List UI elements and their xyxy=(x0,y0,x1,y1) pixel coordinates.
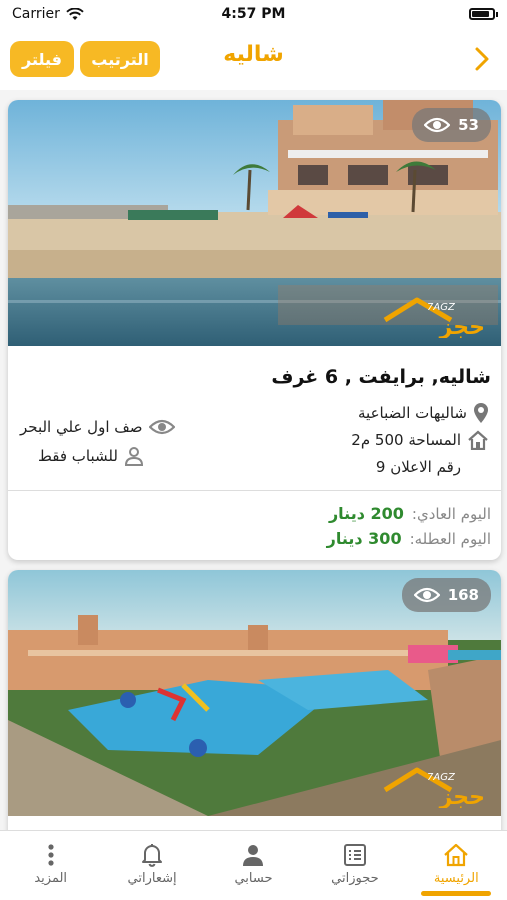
svg-text:حجز: حجز xyxy=(439,785,485,808)
active-tab-indicator xyxy=(421,891,492,896)
ad-number-text: رقم الاعلان 9 xyxy=(375,458,461,476)
wifi-icon xyxy=(66,7,84,20)
weekday-price-row: اليوم العادي: 200 دينار xyxy=(329,504,491,523)
eye-icon xyxy=(424,117,451,133)
weekday-price: 200 دينار xyxy=(328,504,404,523)
house-icon xyxy=(468,430,488,450)
hagz-logo: 7AGZ حجز xyxy=(383,767,485,808)
listing-photo[interactable]: 53 7AGZ حجز xyxy=(8,100,501,346)
tab-bookings-label: حجوزاتي xyxy=(331,871,379,886)
eye-icon xyxy=(148,419,175,435)
nav-bar: فيلتر الترتيب شاليه xyxy=(0,28,507,90)
tab-home-label: الرئيسية xyxy=(433,871,479,886)
user-icon xyxy=(243,845,264,866)
holiday-price-row: اليوم العطله: 300 دينار xyxy=(327,529,491,548)
area-text: المساحة 500 م2 xyxy=(351,431,461,449)
home-icon xyxy=(444,843,469,867)
weekday-label: اليوم العادي: xyxy=(411,504,491,523)
carrier-label: Carrier xyxy=(12,6,60,22)
listing-card[interactable]: 168 7AGZ حجز xyxy=(8,570,501,830)
tab-bookings[interactable]: حجوزاتي xyxy=(304,831,405,900)
listing-details: شاليه, برايفت , 6 غرف شاليهات الضباعية ا… xyxy=(8,346,501,560)
youth-row: للشباب فقط xyxy=(38,446,144,466)
listing-feed[interactable]: 53 7AGZ حجز شاليه, برايفت , 6 غرف شاليها… xyxy=(0,90,507,830)
bell-icon xyxy=(142,844,163,867)
person-outline-icon xyxy=(124,447,143,466)
view-count: 168 xyxy=(447,586,479,604)
youth-text: للشباب فقط xyxy=(38,447,118,465)
tab-notifications-label: إشعاراتي xyxy=(127,871,177,886)
tab-more-label: المزيد xyxy=(34,871,68,886)
more-icon xyxy=(48,844,54,866)
listing-card[interactable]: 53 7AGZ حجز شاليه, برايفت , 6 غرف شاليها… xyxy=(8,100,501,560)
status-bar: Carrier 4:57 PM xyxy=(0,0,507,28)
sea-text: صف اول علي البحر xyxy=(20,418,143,436)
tab-bar: الرئيسية حجوزاتي حسابي إشعاراتي المزيد xyxy=(0,830,507,900)
page-title: شاليه xyxy=(223,42,284,67)
listing-title: شاليه, برايفت , 6 غرف xyxy=(271,366,491,388)
svg-text:حجز: حجز xyxy=(439,315,485,338)
list-icon xyxy=(343,844,366,866)
divider xyxy=(8,490,501,491)
view-count-badge: 168 xyxy=(401,578,491,612)
holiday-price: 300 دينار xyxy=(326,529,402,548)
ad-number-row: رقم الاعلان 9 xyxy=(376,458,461,476)
location-row: شاليهات الضباعية xyxy=(358,402,489,424)
view-count-badge: 53 xyxy=(412,108,491,142)
area-row: المساحة 500 م2 xyxy=(351,430,489,450)
battery-icon xyxy=(469,8,498,20)
tab-account-label: حسابي xyxy=(234,871,273,886)
location-text: شاليهات الضباعية xyxy=(358,404,467,422)
location-pin-icon xyxy=(474,403,488,423)
hagz-logo: 7AGZ حجز xyxy=(383,297,485,338)
holiday-label: اليوم العطله: xyxy=(409,529,491,548)
tab-more[interactable]: المزيد xyxy=(0,831,101,900)
svg-text:7AGZ: 7AGZ xyxy=(427,772,456,783)
status-left: Carrier xyxy=(12,6,84,22)
chevron-right-icon[interactable] xyxy=(471,46,493,72)
tab-notifications[interactable]: إشعاراتي xyxy=(101,831,202,900)
tab-home[interactable]: الرئيسية xyxy=(406,831,507,900)
view-count: 53 xyxy=(458,116,479,134)
eye-icon xyxy=(413,587,440,603)
listing-photo[interactable]: 168 7AGZ حجز xyxy=(8,570,501,816)
tab-account[interactable]: حسابي xyxy=(203,831,304,900)
svg-text:7AGZ: 7AGZ xyxy=(427,302,456,313)
sea-row: صف اول علي البحر xyxy=(20,418,175,436)
